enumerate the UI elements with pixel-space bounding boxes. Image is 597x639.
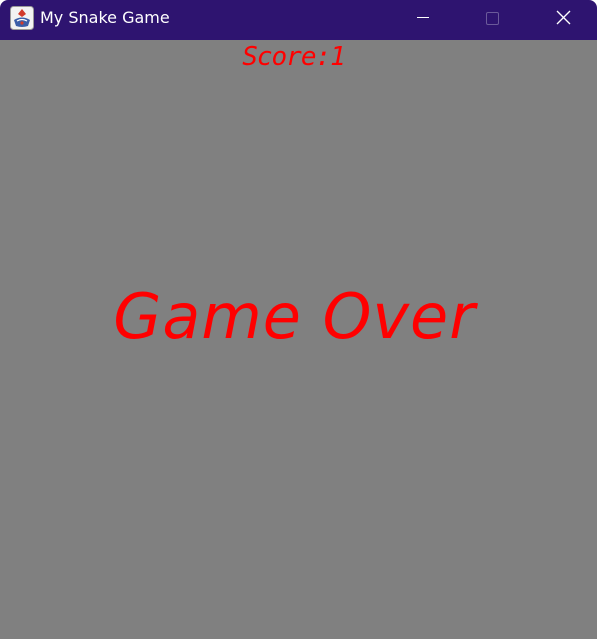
title-bar[interactable]: My Snake Game [0, 0, 597, 40]
game-canvas[interactable]: Score:1 Game Over [0, 40, 597, 639]
minimize-icon [417, 17, 429, 18]
score-label: Score:1 [242, 42, 346, 72]
close-icon [556, 10, 571, 25]
close-button[interactable] [540, 0, 586, 36]
minimize-button[interactable] [400, 0, 446, 36]
window-title: My Snake Game [40, 8, 170, 27]
game-window: My Snake Game Score:1 Game Over [0, 0, 597, 639]
maximize-icon [486, 12, 499, 25]
game-over-message: Game Over [113, 280, 476, 353]
java-coffee-icon [10, 6, 34, 30]
maximize-button[interactable] [469, 0, 515, 36]
